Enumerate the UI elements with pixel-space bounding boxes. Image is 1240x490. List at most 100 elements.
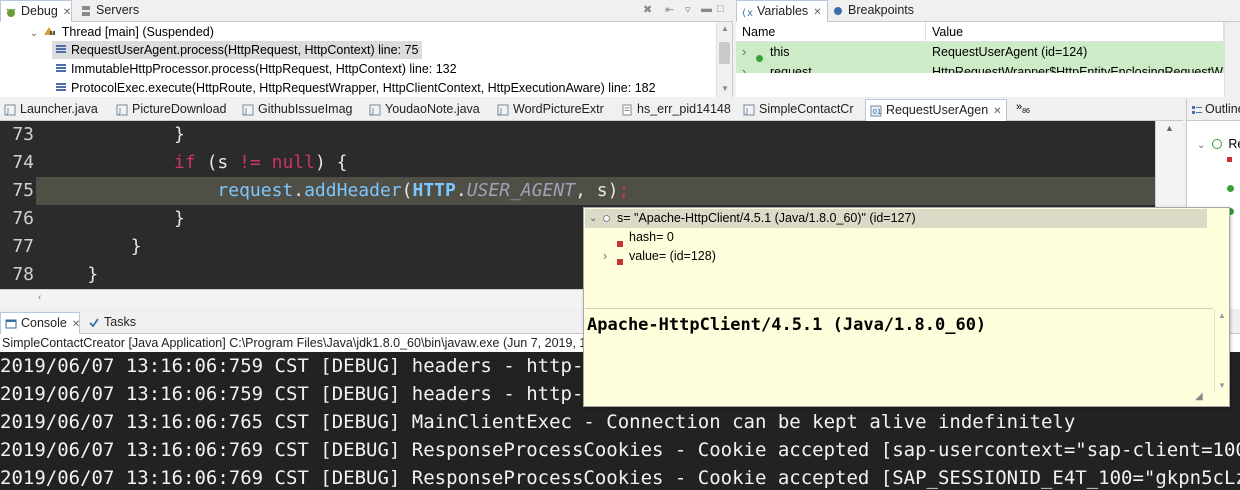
field-icon (756, 68, 763, 73)
scroll-left-icon[interactable]: ‹ (38, 292, 41, 303)
thread-suspended-icon (43, 23, 56, 35)
inspect-detail-value: Apache-HttpClient/4.5.1 (Java/1.8.0_60) (587, 315, 987, 335)
tab-label: Outline (1205, 102, 1240, 116)
operator: != (239, 152, 261, 173)
editor-tab[interactable]: J SimpleContactCr (739, 99, 865, 121)
tab-outline[interactable]: Outline (1187, 99, 1240, 121)
outline-tabbar: Outline (1187, 99, 1240, 121)
code-token: s (596, 180, 608, 201)
java-file-icon: J (116, 104, 128, 116)
outline-root-node[interactable]: ⌄ Re (1197, 137, 1240, 151)
close-icon[interactable]: ✕ (813, 7, 821, 18)
editor-tab[interactable]: J GithubIssueImag (238, 99, 365, 121)
class-name: HTTP (412, 180, 456, 201)
console-icon (5, 319, 17, 329)
method-name: addHeader (304, 180, 402, 201)
editor-tab[interactable]: J YoudaoNote.java (365, 99, 493, 121)
tab-console[interactable]: Console ✕ (0, 312, 80, 334)
editor-tab[interactable]: hs_err_pid14148 (617, 99, 739, 121)
close-icon[interactable]: ✕ (72, 319, 80, 330)
outline-root-label: Re (1228, 137, 1240, 151)
collapse-all-icon[interactable]: ⇤ (665, 3, 674, 16)
variable-row[interactable]: › request HttpRequestWrapper$HttpEntityE… (736, 62, 1224, 73)
inspect-root-row[interactable]: ⌄ s= "Apache-HttpClient/4.5.1 (Java/1.8.… (585, 209, 1207, 228)
editor-tab[interactable]: J Launcher.java (0, 99, 112, 121)
breakpoints-icon (834, 7, 842, 15)
chevron-down-icon[interactable]: ⌄ (1197, 140, 1205, 151)
variables-icon: (x) (741, 8, 753, 18)
svg-text:01: 01 (873, 108, 882, 116)
editor-tab-label: YoudaoNote.java (385, 102, 480, 116)
keyword: if (174, 152, 196, 173)
stack-frame-row[interactable]: ProtocolExec.execute(HttpRoute, HttpRequ… (52, 79, 660, 97)
constant-name: USER_AGENT (466, 180, 576, 201)
line-number: 76 (12, 208, 34, 229)
debug-toolbar: ✖ ⇤ ▿ ▬ □ (643, 3, 729, 19)
chevron-down-icon[interactable]: ⌄ (589, 209, 597, 228)
scroll-up-icon[interactable]: ▲ (721, 24, 729, 33)
view-menu-icon[interactable]: ▿ (685, 3, 691, 16)
console-line: 2019/06/07 13:16:06:765 CST [DEBUG] Main… (0, 411, 1076, 433)
variables-scrollbar[interactable] (1224, 22, 1240, 97)
maximize-icon[interactable]: □ (717, 3, 724, 15)
remove-terminated-icon[interactable]: ✖ (643, 3, 652, 16)
tab-label: Breakpoints (848, 3, 915, 17)
inspect-detail-scrollbar[interactable]: ▲ ▼ (1214, 309, 1229, 393)
scroll-down-icon[interactable]: ▼ (1218, 381, 1226, 390)
variable-row[interactable]: › this RequestUserAgent (id=124) (736, 42, 1224, 62)
minimize-icon[interactable]: ▬ (701, 3, 712, 15)
code-line: } (44, 264, 99, 285)
chevron-right-icon[interactable]: › (603, 247, 607, 266)
tab-tasks[interactable]: Tasks (84, 312, 144, 334)
editor-tab[interactable]: J PictureDownload (112, 99, 238, 121)
scroll-up-icon[interactable]: ▲ (1165, 123, 1174, 133)
resize-grip-icon[interactable]: ◢ (1195, 391, 1203, 402)
tab-breakpoints[interactable]: Breakpoints (828, 0, 918, 22)
editor-tab-active[interactable]: 01 RequestUserAgen ✕ (865, 99, 1007, 121)
console-line: 2019/06/07 13:16:06:759 CST [DEBUG] head… (0, 355, 630, 377)
text-file-icon (622, 104, 632, 116)
stack-frame-row[interactable]: ImmutableHttpProcessor.process(HttpReque… (52, 60, 461, 78)
outline-icon (1192, 106, 1202, 114)
svg-text:J: J (371, 107, 374, 115)
tab-servers[interactable]: Servers (76, 0, 146, 22)
chevron-down-icon[interactable]: ⌄ (28, 25, 40, 43)
line-number: 75 (12, 180, 34, 201)
debug-scrollbar[interactable]: ▲ ▼ (716, 22, 732, 97)
tab-variables[interactable]: (x) Variables ✕ (736, 0, 828, 22)
column-header-name[interactable]: Name (736, 22, 926, 42)
variable-inspect-popup[interactable]: ⌄ s= "Apache-HttpClient/4.5.1 (Java/1.8.… (583, 207, 1230, 407)
svg-text:J: J (499, 107, 502, 115)
inspect-child-row[interactable]: hash= 0 (585, 228, 1207, 247)
column-header-value[interactable]: Value (926, 22, 1224, 42)
editor-tab[interactable]: J WordPictureExtr (493, 99, 617, 121)
field-icon (1227, 157, 1232, 162)
inspect-tree-scrollbar[interactable] (1212, 209, 1229, 307)
tab-overflow-button[interactable]: »86 (1016, 101, 1030, 115)
local-variable-icon (603, 215, 610, 222)
scroll-thumb[interactable] (719, 42, 730, 64)
tab-label: Variables (757, 4, 809, 18)
svg-text:J: J (118, 107, 121, 115)
inspect-detail-pane[interactable]: Apache-HttpClient/4.5.1 (Java/1.8.0_60) (585, 308, 1213, 398)
thread-node[interactable]: ⌄ Thread [main] (Suspended) (28, 23, 214, 41)
close-icon[interactable]: ✕ (63, 7, 71, 18)
inspect-child-row[interactable]: › value= (id=128) (585, 247, 1207, 266)
scroll-down-icon[interactable]: ▼ (721, 84, 729, 93)
scroll-up-icon[interactable]: ▲ (1218, 311, 1226, 320)
code-line: } (44, 236, 142, 257)
servers-icon (82, 6, 90, 16)
method-icon (1227, 181, 1234, 195)
tasks-icon (89, 318, 99, 328)
console-line: 2019/06/07 13:16:06:759 CST [DEBUG] head… (0, 383, 630, 405)
close-icon[interactable]: ✕ (993, 106, 1001, 117)
stack-frame-row[interactable]: RequestUserAgent.process(HttpRequest, Ht… (52, 41, 423, 59)
chevron-right-icon[interactable]: › (742, 42, 746, 62)
svg-text:J: J (244, 107, 247, 115)
tab-debug[interactable]: Debug ✕ (0, 0, 72, 22)
editor-tab-label: WordPictureExtr (513, 102, 604, 116)
chevron-right-icon[interactable]: › (742, 62, 746, 73)
editor-tab-label: SimpleContactCr (759, 102, 854, 116)
variable-value: RequestUserAgent (id=124) (932, 45, 1088, 59)
field-final-icon (617, 252, 623, 271)
